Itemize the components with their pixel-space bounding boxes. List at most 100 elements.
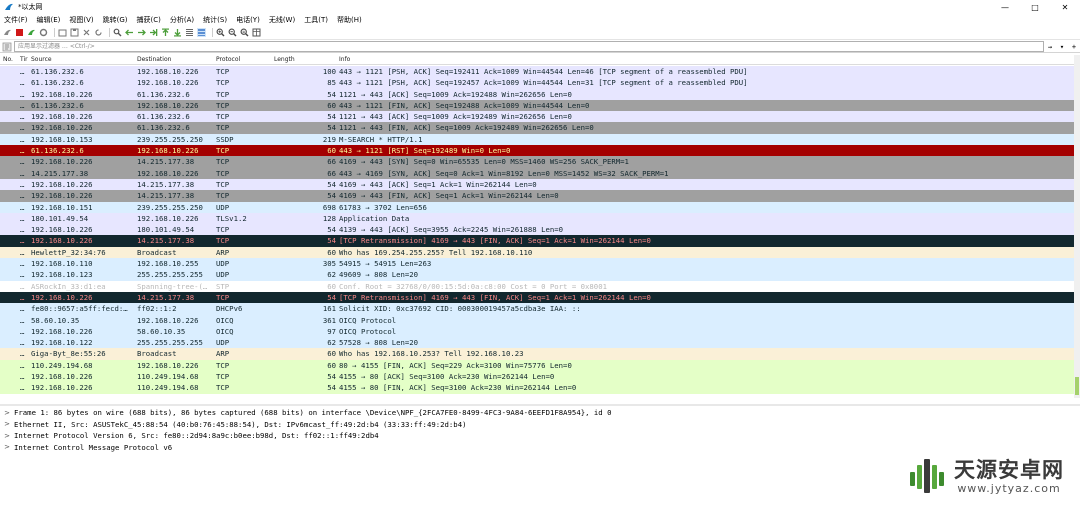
packet-row[interactable]: … 61.136.232.6 192.168.10.226 TCP 100 443 → 1… — [0, 66, 1080, 78]
stop-icon[interactable] — [15, 28, 24, 37]
expand-arrow-icon[interactable]: > — [3, 409, 11, 417]
bookmark-icon[interactable] — [2, 42, 12, 52]
packet-row[interactable]: … 58.60.10.35 192.168.10.226 OICQ 361 OICQ Pr… — [0, 314, 1080, 326]
packet-row[interactable]: … 192.168.10.226 61.136.232.6 TCP 54 1121 → 4… — [0, 111, 1080, 123]
add-filter-button[interactable]: + — [1068, 41, 1080, 52]
menu-view[interactable]: 视图(V) — [69, 15, 93, 25]
packet-destination: 239.255.255.250 — [137, 202, 203, 212]
apply-filter-button[interactable]: → — [1044, 41, 1056, 52]
detail-tree-item[interactable]: > Ethernet II, Src: ASUSTekC_45:88:54 (40… — [0, 419, 1080, 431]
packet-row[interactable]: … 192.168.10.226 14.215.177.38 TCP 54 4169 → … — [0, 178, 1080, 191]
packet-row[interactable]: … 192.168.10.153 239.255.255.250 SSDP 219 M-S… — [0, 133, 1080, 146]
minimize-button[interactable]: — — [990, 0, 1020, 14]
packet-no: … — [20, 100, 25, 110]
packet-row[interactable]: … Giga-Byt_8e:55:26 Broadcast ARP 60 Who has … — [0, 348, 1080, 360]
open-folder-icon[interactable] — [58, 28, 67, 37]
packet-row[interactable]: … 192.168.10.110 192.168.10.255 UDP 305 54915… — [0, 258, 1080, 270]
packet-row[interactable]: … 192.168.10.226 180.101.49.54 TCP 54 4139 → … — [0, 224, 1080, 236]
scrollbar-thumb[interactable] — [1075, 377, 1079, 395]
packet-row[interactable]: … 192.168.10.226 110.249.194.68 TCP 54 4155 →… — [0, 382, 1080, 394]
packet-row[interactable]: … ASRockIn_33:d1:ea Spanning-tree-(… STP 60 C… — [0, 280, 1080, 292]
menu-go[interactable]: 跳转(G) — [103, 15, 128, 25]
column-destination[interactable]: Destination — [137, 56, 171, 63]
column-protocol[interactable]: Protocol — [216, 56, 240, 63]
menu-edit[interactable]: 编辑(E) — [37, 15, 61, 25]
packet-row[interactable]: … 192.168.10.123 255.255.255.255 UDP 62 49609… — [0, 269, 1080, 281]
detail-tree-item[interactable]: > Internet Control Message Protocol v6 — [0, 442, 1080, 454]
packet-length: 54 — [327, 236, 336, 246]
colorize-icon[interactable] — [197, 28, 206, 37]
packet-protocol: TLSv1.2 — [216, 213, 247, 223]
column-info[interactable]: Info — [339, 56, 350, 63]
packet-row[interactable]: … 192.168.10.226 61.136.232.6 TCP 54 1121 → 4… — [0, 122, 1080, 134]
packet-row[interactable]: … fe80::9657:a5ff:fecd:… ff02::1:2 DHCPv6 16… — [0, 303, 1080, 315]
packet-row[interactable]: … 192.168.10.226 14.215.177.38 TCP 66 4169 → … — [0, 156, 1080, 168]
packet-row[interactable]: … 192.168.10.226 58.60.10.35 OICQ 97 OICQ Pro… — [0, 325, 1080, 338]
packet-protocol: TCP — [216, 157, 230, 167]
close-file-icon[interactable] — [82, 28, 91, 37]
detail-tree-item[interactable]: > Frame 1: 86 bytes on wire (688 bits), 8… — [0, 407, 1080, 419]
column-length[interactable]: Length — [274, 56, 295, 63]
packet-info: 1121 → 443 [ACK] Seq=1009 Ack=192488 Win… — [339, 89, 572, 99]
packet-row[interactable]: … 110.249.194.68 192.168.10.226 TCP 60 80 → 4… — [0, 359, 1080, 372]
menu-statistics[interactable]: 统计(S) — [203, 15, 227, 25]
zoom-in-icon[interactable] — [216, 28, 225, 37]
packet-source: 192.168.10.226 — [31, 157, 93, 167]
save-icon[interactable] — [70, 28, 79, 37]
packet-row[interactable]: … HewlettP_32:34:76 Broadcast ARP 60 Who has … — [0, 246, 1080, 259]
resize-columns-icon[interactable] — [252, 28, 261, 37]
first-packet-icon[interactable] — [161, 28, 170, 37]
column-no[interactable]: No. — [3, 56, 13, 63]
maximize-button[interactable]: □ — [1020, 0, 1050, 14]
last-packet-icon[interactable] — [173, 28, 182, 37]
zoom-normal-icon[interactable] — [240, 28, 249, 37]
go-to-icon[interactable] — [149, 28, 158, 37]
reload-icon[interactable] — [94, 28, 103, 37]
options-gear-icon[interactable] — [39, 28, 48, 37]
shark-fin-icon[interactable] — [3, 28, 12, 37]
packet-no: … — [20, 67, 25, 76]
packet-row[interactable]: … 192.168.10.151 239.255.255.250 UDP 698 6178… — [0, 201, 1080, 213]
packet-row[interactable]: … 192.168.10.226 14.215.177.38 TCP 54 [TCP Re… — [0, 235, 1080, 247]
watermark-logo-icon — [910, 459, 944, 493]
menu-wireless[interactable]: 无线(W) — [269, 15, 295, 25]
packet-source: 58.60.10.35 — [31, 315, 80, 325]
packet-row[interactable]: … 192.168.10.226 14.215.177.38 TCP 54 4169 → … — [0, 190, 1080, 202]
pane-splitter[interactable] — [0, 404, 1080, 406]
packet-row[interactable]: … 61.136.232.6 192.168.10.226 TCP 60 443 → 11… — [0, 145, 1080, 157]
menu-telephony[interactable]: 电话(Y) — [236, 15, 260, 25]
back-arrow-icon[interactable] — [125, 28, 134, 37]
packet-destination: 61.136.232.6 — [137, 123, 190, 133]
zoom-out-icon[interactable] — [228, 28, 237, 37]
packet-row[interactable]: … 192.168.10.226 14.215.177.38 TCP 54 [TCP Re… — [0, 291, 1080, 304]
forward-arrow-icon[interactable] — [137, 28, 146, 37]
menu-file[interactable]: 文件(F) — [4, 15, 28, 25]
packet-info: Who has 192.168.10.253? Tell 192.168.10.… — [339, 349, 524, 359]
filter-history-dropdown[interactable]: ▾ — [1056, 41, 1068, 52]
packet-row[interactable]: … 61.136.232.6 192.168.10.226 TCP 60 443 → 11… — [0, 99, 1080, 112]
close-button[interactable]: ✕ — [1050, 0, 1080, 14]
column-source[interactable]: Source — [31, 56, 52, 63]
column-time[interactable]: Tir — [20, 56, 28, 63]
autoscroll-icon[interactable] — [185, 28, 194, 37]
expand-arrow-icon[interactable]: > — [3, 420, 11, 428]
packet-row[interactable]: … 61.136.232.6 192.168.10.226 TCP 85 443 → 11… — [0, 77, 1080, 89]
menu-capture[interactable]: 捕获(C) — [137, 15, 161, 25]
packet-row[interactable]: … 192.168.10.226 110.249.194.68 TCP 54 4155 →… — [0, 371, 1080, 383]
packet-list[interactable]: … 61.136.232.6 192.168.10.226 TCP 100 443 → 1… — [0, 66, 1080, 398]
find-icon[interactable] — [113, 28, 122, 37]
restart-icon[interactable] — [27, 28, 36, 37]
packet-row[interactable]: … 192.168.10.226 61.136.232.6 TCP 54 1121 → 4… — [0, 88, 1080, 100]
expand-arrow-icon[interactable]: > — [3, 443, 11, 451]
packet-list-scrollbar[interactable] — [1074, 55, 1080, 398]
display-filter-input[interactable]: 应用显示过滤器 … <Ctrl-/> — [14, 41, 1044, 52]
packet-row[interactable]: … 180.101.49.54 192.168.10.226 TLSv1.2 128 Ap… — [0, 212, 1080, 225]
packet-row[interactable]: … 192.168.10.122 255.255.255.255 UDP 62 57528… — [0, 337, 1080, 349]
packet-length: 85 — [327, 78, 336, 88]
expand-arrow-icon[interactable]: > — [3, 432, 11, 440]
menu-analyze[interactable]: 分析(A) — [170, 15, 194, 25]
detail-tree-item[interactable]: > Internet Protocol Version 6, Src: fe80:… — [0, 430, 1080, 442]
menu-tools[interactable]: 工具(T) — [304, 15, 328, 25]
packet-row[interactable]: … 14.215.177.38 192.168.10.226 TCP 66 443 → 4… — [0, 167, 1080, 179]
menu-help[interactable]: 帮助(H) — [337, 15, 362, 25]
